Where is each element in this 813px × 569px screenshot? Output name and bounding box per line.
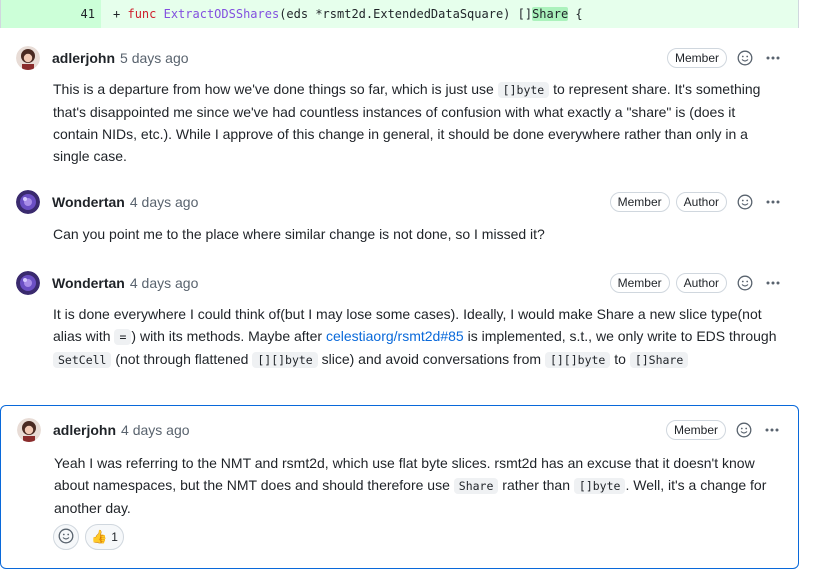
inline-code: SetCell: [53, 352, 112, 368]
inline-code: []byte: [497, 82, 550, 98]
comment-header: Wondertan 4 days ago Member Author: [16, 269, 783, 297]
comment-text: rather than: [498, 477, 574, 493]
author-badge: Author: [675, 192, 727, 212]
diff-line-number[interactable]: 41: [1, 0, 101, 28]
member-badge: Member: [665, 420, 726, 440]
comment-text: is implemented, s.t., we only write to E…: [463, 328, 777, 344]
smiley-icon[interactable]: [734, 420, 754, 440]
reaction-count: 1: [111, 530, 118, 544]
diff-tail: {: [568, 7, 583, 21]
thumbs-up-reaction-button[interactable]: 👍 1: [85, 524, 124, 550]
author-badge: Author: [675, 273, 727, 293]
diff-code: + func ExtractODSShares(eds *rsmt2d.Exte…: [101, 7, 583, 21]
avatar[interactable]: [16, 46, 40, 70]
member-badge: Member: [609, 273, 670, 293]
comment-header: adlerjohn 4 days ago Member: [17, 416, 782, 444]
comment-timestamp[interactable]: 4 days ago: [130, 275, 199, 291]
comment-text: ) with its methods. Maybe after: [131, 328, 326, 344]
inline-code: []Share: [629, 352, 689, 368]
review-comment: Wondertan 4 days ago Member Author Can y…: [0, 182, 799, 254]
inline-code: =: [114, 329, 132, 345]
comment-text: (not through flattened: [111, 351, 253, 367]
comment-author[interactable]: adlerjohn: [52, 50, 115, 66]
review-comment: adlerjohn 5 days ago Member This is a de…: [0, 36, 799, 176]
smiley-icon[interactable]: [735, 48, 755, 68]
comment-header: adlerjohn 5 days ago Member: [16, 44, 783, 72]
comment-timestamp[interactable]: 4 days ago: [130, 194, 199, 210]
avatar[interactable]: [16, 190, 40, 214]
kebab-horizontal-icon[interactable]: [763, 273, 783, 293]
avatar[interactable]: [16, 271, 40, 295]
comment-body: Can you point me to the place where simi…: [53, 226, 545, 242]
member-badge: Member: [666, 48, 727, 68]
inline-code: Share: [453, 478, 499, 494]
reactions-bar: 👍 1: [53, 524, 124, 550]
smiley-icon: [58, 528, 74, 547]
member-badge: Member: [609, 192, 670, 212]
kebab-horizontal-icon[interactable]: [763, 192, 783, 212]
inline-code: []byte: [573, 478, 626, 494]
comment-header: Wondertan 4 days ago Member Author: [16, 188, 783, 216]
review-comment: Wondertan 4 days ago Member Author It is…: [0, 263, 799, 398]
comment-body: It is done everywhere I could think of(b…: [53, 303, 783, 371]
kebab-horizontal-icon[interactable]: [763, 48, 783, 68]
comment-text: slice) and avoid conversations from: [317, 351, 545, 367]
comment-text: This is a departure from how we've done …: [53, 81, 498, 97]
diff-keyword: func: [127, 7, 157, 21]
issue-link[interactable]: celestiaorg/rsmt2d#85: [326, 328, 464, 344]
comment-timestamp[interactable]: 4 days ago: [121, 422, 190, 438]
comment-body: This is a departure from how we've done …: [53, 78, 783, 167]
avatar[interactable]: [17, 418, 41, 442]
add-reaction-button[interactable]: [53, 524, 79, 550]
comment-author[interactable]: Wondertan: [52, 194, 125, 210]
smiley-icon[interactable]: [735, 273, 755, 293]
comment-author[interactable]: adlerjohn: [53, 422, 116, 438]
inline-code: [][]byte: [544, 352, 611, 368]
inline-code: [][]byte: [252, 352, 318, 368]
comment-body: Yeah I was referring to the NMT and rsmt…: [54, 452, 782, 519]
diff-function-name: ExtractODSShares: [163, 7, 280, 21]
kebab-horizontal-icon[interactable]: [762, 420, 782, 440]
diff-prefix: +: [113, 7, 121, 21]
smiley-icon[interactable]: [735, 192, 755, 212]
diff-added-line: 41 + func ExtractODSShares(eds *rsmt2d.E…: [0, 0, 799, 28]
thumbs-up-icon: 👍: [91, 529, 108, 544]
comment-text: to: [610, 351, 630, 367]
diff-return-type: Share: [532, 7, 569, 21]
comment-timestamp[interactable]: 5 days ago: [120, 50, 189, 66]
diff-params: (eds *rsmt2d.ExtendedDataSquare) []: [279, 7, 533, 21]
comment-author[interactable]: Wondertan: [52, 275, 125, 291]
